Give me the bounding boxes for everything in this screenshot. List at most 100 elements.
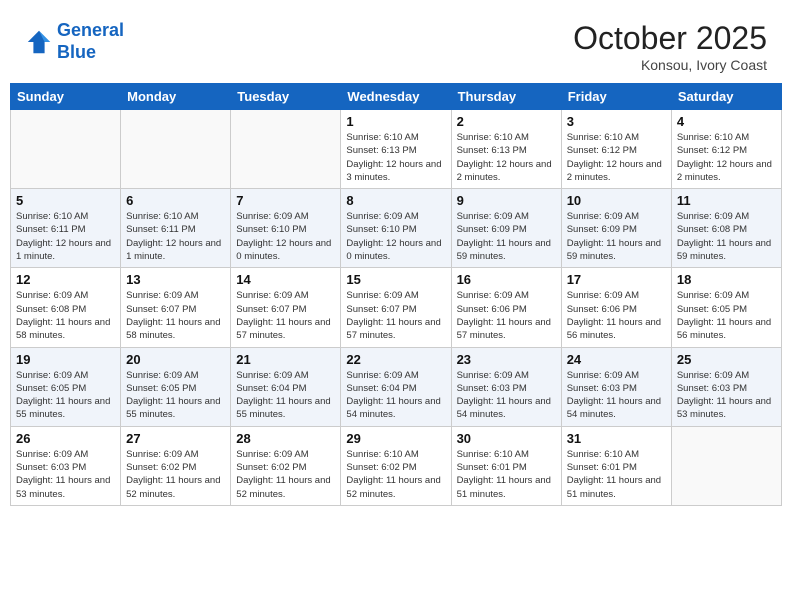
calendar-cell: 24 Sunrise: 6:09 AM Sunset: 6:03 PM Dayli… xyxy=(561,347,671,426)
day-number: 13 xyxy=(126,272,225,287)
day-number: 5 xyxy=(16,193,115,208)
calendar-cell: 21 Sunrise: 6:09 AM Sunset: 6:04 PM Dayli… xyxy=(231,347,341,426)
calendar-cell: 14 Sunrise: 6:09 AM Sunset: 6:07 PM Dayli… xyxy=(231,268,341,347)
day-info: Sunrise: 6:10 AM Sunset: 6:12 PM Dayligh… xyxy=(677,131,776,184)
logo-line1: General xyxy=(57,20,124,40)
calendar-week-row: 1 Sunrise: 6:10 AM Sunset: 6:13 PM Daylig… xyxy=(11,110,782,189)
col-header-saturday: Saturday xyxy=(671,84,781,110)
day-number: 27 xyxy=(126,431,225,446)
day-info: Sunrise: 6:10 AM Sunset: 6:13 PM Dayligh… xyxy=(457,131,556,184)
calendar-cell: 4 Sunrise: 6:10 AM Sunset: 6:12 PM Daylig… xyxy=(671,110,781,189)
day-number: 12 xyxy=(16,272,115,287)
day-number: 2 xyxy=(457,114,556,129)
day-info: Sunrise: 6:10 AM Sunset: 6:01 PM Dayligh… xyxy=(457,448,556,501)
day-info: Sunrise: 6:09 AM Sunset: 6:03 PM Dayligh… xyxy=(16,448,115,501)
calendar-cell: 1Sunrise: 6:10 AM Sunset: 6:13 PM Daylig… xyxy=(341,110,451,189)
calendar-cell: 25 Sunrise: 6:09 AM Sunset: 6:03 PM Dayli… xyxy=(671,347,781,426)
day-number: 16 xyxy=(457,272,556,287)
day-info: Sunrise: 6:09 AM Sunset: 6:08 PM Dayligh… xyxy=(16,289,115,342)
day-info: Sunrise: 6:09 AM Sunset: 6:06 PM Dayligh… xyxy=(567,289,666,342)
calendar-cell: 30Sunrise: 6:10 AM Sunset: 6:01 PM Dayli… xyxy=(451,426,561,505)
calendar-cell: 2 Sunrise: 6:10 AM Sunset: 6:13 PM Daylig… xyxy=(451,110,561,189)
day-info: Sunrise: 6:09 AM Sunset: 6:09 PM Dayligh… xyxy=(457,210,556,263)
day-info: Sunrise: 6:09 AM Sunset: 6:03 PM Dayligh… xyxy=(567,369,666,422)
day-number: 10 xyxy=(567,193,666,208)
calendar-cell: 28Sunrise: 6:09 AM Sunset: 6:02 PM Dayli… xyxy=(231,426,341,505)
day-number: 11 xyxy=(677,193,776,208)
calendar-cell: 11Sunrise: 6:09 AM Sunset: 6:08 PM Dayli… xyxy=(671,189,781,268)
day-info: Sunrise: 6:09 AM Sunset: 6:07 PM Dayligh… xyxy=(126,289,225,342)
calendar-cell xyxy=(671,426,781,505)
logo-text: General Blue xyxy=(57,20,124,63)
calendar-cell: 18Sunrise: 6:09 AM Sunset: 6:05 PM Dayli… xyxy=(671,268,781,347)
day-info: Sunrise: 6:09 AM Sunset: 6:04 PM Dayligh… xyxy=(236,369,335,422)
calendar-cell: 8 Sunrise: 6:09 AM Sunset: 6:10 PM Daylig… xyxy=(341,189,451,268)
calendar-cell: 13 Sunrise: 6:09 AM Sunset: 6:07 PM Dayli… xyxy=(121,268,231,347)
calendar-header-row: SundayMondayTuesdayWednesdayThursdayFrid… xyxy=(11,84,782,110)
calendar-week-row: 5 Sunrise: 6:10 AM Sunset: 6:11 PM Daylig… xyxy=(11,189,782,268)
col-header-tuesday: Tuesday xyxy=(231,84,341,110)
day-number: 31 xyxy=(567,431,666,446)
calendar-cell: 7 Sunrise: 6:09 AM Sunset: 6:10 PM Daylig… xyxy=(231,189,341,268)
day-number: 7 xyxy=(236,193,335,208)
day-info: Sunrise: 6:09 AM Sunset: 6:10 PM Dayligh… xyxy=(346,210,445,263)
day-info: Sunrise: 6:10 AM Sunset: 6:12 PM Dayligh… xyxy=(567,131,666,184)
day-info: Sunrise: 6:09 AM Sunset: 6:04 PM Dayligh… xyxy=(346,369,445,422)
day-info: Sunrise: 6:09 AM Sunset: 6:06 PM Dayligh… xyxy=(457,289,556,342)
day-info: Sunrise: 6:09 AM Sunset: 6:02 PM Dayligh… xyxy=(236,448,335,501)
day-info: Sunrise: 6:09 AM Sunset: 6:07 PM Dayligh… xyxy=(236,289,335,342)
day-info: Sunrise: 6:09 AM Sunset: 6:07 PM Dayligh… xyxy=(346,289,445,342)
calendar-cell: 22 Sunrise: 6:09 AM Sunset: 6:04 PM Dayli… xyxy=(341,347,451,426)
col-header-sunday: Sunday xyxy=(11,84,121,110)
day-number: 19 xyxy=(16,352,115,367)
logo-line2: Blue xyxy=(57,42,96,62)
day-info: Sunrise: 6:10 AM Sunset: 6:02 PM Dayligh… xyxy=(346,448,445,501)
day-number: 15 xyxy=(346,272,445,287)
calendar-cell: 15 Sunrise: 6:09 AM Sunset: 6:07 PM Dayli… xyxy=(341,268,451,347)
calendar-week-row: 12 Sunrise: 6:09 AM Sunset: 6:08 PM Dayli… xyxy=(11,268,782,347)
calendar-cell: 9Sunrise: 6:09 AM Sunset: 6:09 PM Daylig… xyxy=(451,189,561,268)
logo: General Blue xyxy=(25,20,124,63)
col-header-thursday: Thursday xyxy=(451,84,561,110)
col-header-friday: Friday xyxy=(561,84,671,110)
calendar-cell: 12 Sunrise: 6:09 AM Sunset: 6:08 PM Dayli… xyxy=(11,268,121,347)
day-number: 4 xyxy=(677,114,776,129)
calendar-cell: 29Sunrise: 6:10 AM Sunset: 6:02 PM Dayli… xyxy=(341,426,451,505)
day-number: 17 xyxy=(567,272,666,287)
day-info: Sunrise: 6:10 AM Sunset: 6:01 PM Dayligh… xyxy=(567,448,666,501)
day-info: Sunrise: 6:10 AM Sunset: 6:11 PM Dayligh… xyxy=(126,210,225,263)
calendar-cell: 27Sunrise: 6:09 AM Sunset: 6:02 PM Dayli… xyxy=(121,426,231,505)
day-number: 1 xyxy=(346,114,445,129)
calendar-cell: 31 Sunrise: 6:10 AM Sunset: 6:01 PM Dayli… xyxy=(561,426,671,505)
day-info: Sunrise: 6:10 AM Sunset: 6:11 PM Dayligh… xyxy=(16,210,115,263)
logo-icon xyxy=(25,28,53,56)
day-info: Sunrise: 6:09 AM Sunset: 6:05 PM Dayligh… xyxy=(126,369,225,422)
calendar-cell: 5 Sunrise: 6:10 AM Sunset: 6:11 PM Daylig… xyxy=(11,189,121,268)
calendar-cell: 17 Sunrise: 6:09 AM Sunset: 6:06 PM Dayli… xyxy=(561,268,671,347)
day-number: 14 xyxy=(236,272,335,287)
day-info: Sunrise: 6:09 AM Sunset: 6:10 PM Dayligh… xyxy=(236,210,335,263)
day-number: 20 xyxy=(126,352,225,367)
calendar-cell xyxy=(11,110,121,189)
day-number: 26 xyxy=(16,431,115,446)
calendar-cell xyxy=(231,110,341,189)
day-number: 22 xyxy=(346,352,445,367)
day-number: 8 xyxy=(346,193,445,208)
calendar-cell: 10 Sunrise: 6:09 AM Sunset: 6:09 PM Dayli… xyxy=(561,189,671,268)
day-number: 25 xyxy=(677,352,776,367)
calendar-week-row: 26 Sunrise: 6:09 AM Sunset: 6:03 PM Dayli… xyxy=(11,426,782,505)
day-info: Sunrise: 6:09 AM Sunset: 6:09 PM Dayligh… xyxy=(567,210,666,263)
day-number: 21 xyxy=(236,352,335,367)
location-subtitle: Konsou, Ivory Coast xyxy=(573,57,767,73)
calendar-table: SundayMondayTuesdayWednesdayThursdayFrid… xyxy=(10,83,782,506)
calendar-cell: 23Sunrise: 6:09 AM Sunset: 6:03 PM Dayli… xyxy=(451,347,561,426)
page-header: General Blue October 2025 Konsou, Ivory … xyxy=(10,10,782,78)
calendar-cell: 3 Sunrise: 6:10 AM Sunset: 6:12 PM Daylig… xyxy=(561,110,671,189)
day-info: Sunrise: 6:09 AM Sunset: 6:05 PM Dayligh… xyxy=(677,289,776,342)
day-number: 3 xyxy=(567,114,666,129)
calendar-cell: 16 Sunrise: 6:09 AM Sunset: 6:06 PM Dayli… xyxy=(451,268,561,347)
day-info: Sunrise: 6:09 AM Sunset: 6:03 PM Dayligh… xyxy=(457,369,556,422)
col-header-wednesday: Wednesday xyxy=(341,84,451,110)
day-info: Sunrise: 6:09 AM Sunset: 6:03 PM Dayligh… xyxy=(677,369,776,422)
day-number: 24 xyxy=(567,352,666,367)
